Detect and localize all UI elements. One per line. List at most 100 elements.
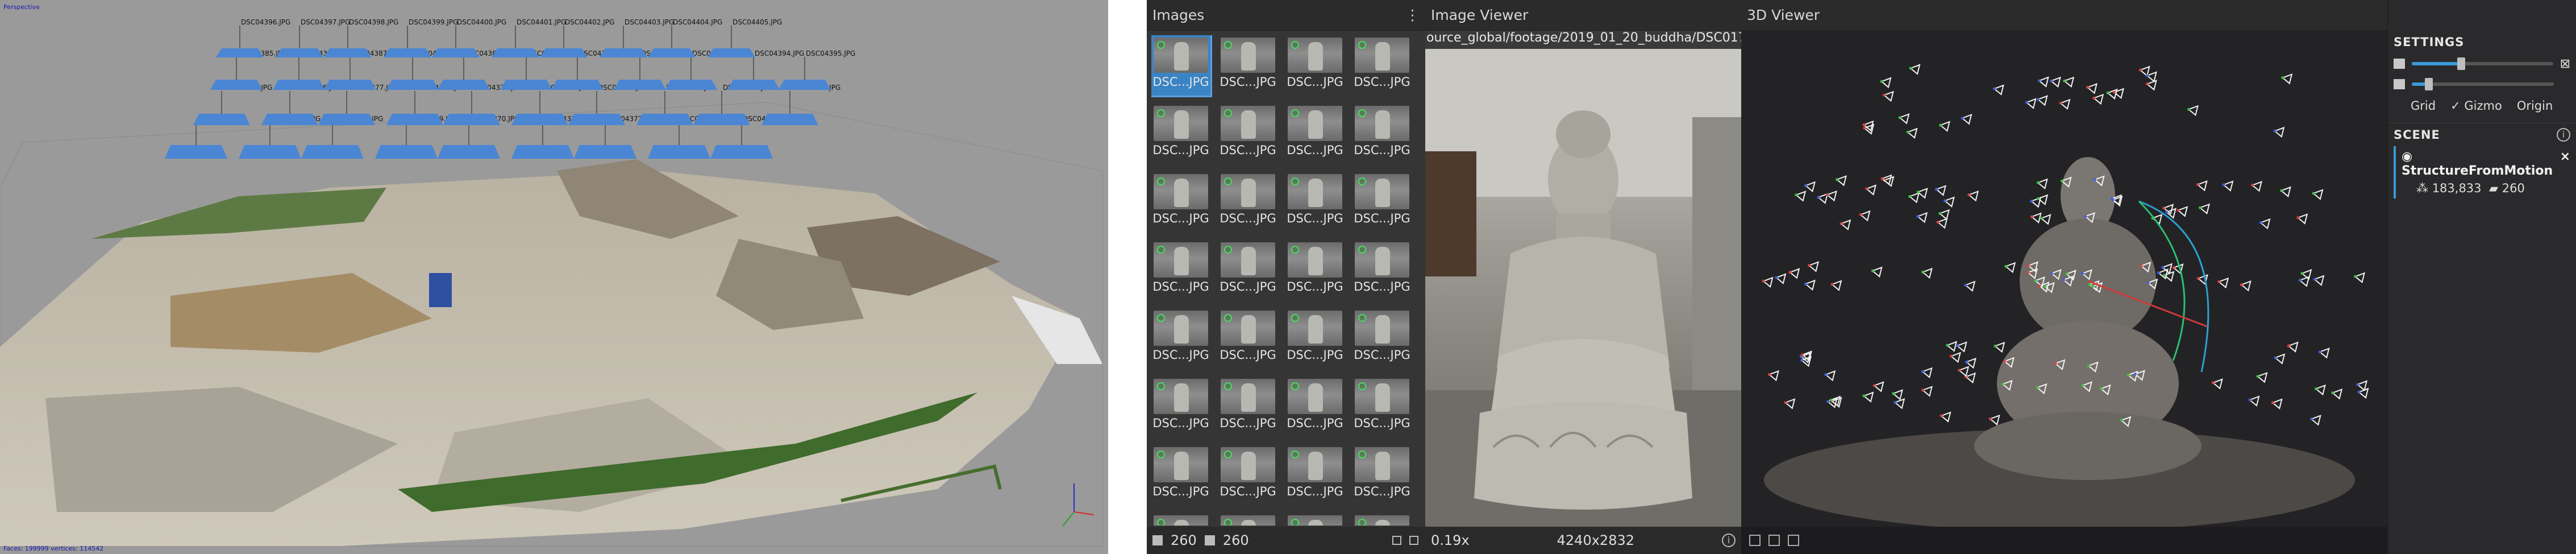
grid-toggle[interactable]: Grid (2411, 99, 2436, 113)
scene-info-icon[interactable]: i (2557, 128, 2570, 142)
image-thumbnail[interactable]: DSC...JPG (1151, 104, 1210, 164)
image-thumbnail[interactable]: DSC...JPG (1352, 172, 1412, 232)
camera-axis-dot (1836, 178, 1839, 181)
camera-marker (1871, 266, 1883, 278)
camera-marker (2251, 181, 2262, 192)
camera-plane (551, 80, 604, 90)
image-thumbnail[interactable]: DSC...JPG (1285, 104, 1345, 164)
reconstructed-status-icon (1291, 177, 1299, 185)
reconstructed-status-icon (1358, 382, 1366, 390)
camera-axis-dot (1865, 187, 1868, 191)
image-thumbnail[interactable]: DSC...JPG (1218, 240, 1277, 300)
thumbnail-image (1355, 242, 1409, 278)
camera-label: DSC04399.JPG (409, 18, 458, 26)
3d-viewport-canvas[interactable] (1741, 31, 2387, 527)
reconstructed-status-icon (1157, 246, 1165, 254)
camera-marker (2331, 388, 2343, 400)
camera-marker (1940, 411, 1951, 423)
image-count-icon (1152, 535, 1163, 545)
camera-marker (2310, 415, 2321, 426)
image-count: 260 (1171, 532, 1197, 548)
image-thumbnail[interactable]: DSC...JPG (1151, 445, 1210, 505)
thumbnail-image (1288, 311, 1342, 346)
image-thumbnail[interactable]: DSC...JPG (1285, 445, 1345, 505)
thumbnail-image (1154, 242, 1208, 278)
reset-settings-icon[interactable]: ⊠ (2560, 57, 2570, 71)
gizmo-toggle[interactable]: ✓ Gizmo (2450, 99, 2502, 113)
scene-item-title-row: ◉ StructureFromMotion × (2402, 150, 2570, 178)
image-thumbnail[interactable]: DSC...JPG (1285, 35, 1345, 96)
image-thumbnail[interactable]: DSC...JPG (1151, 377, 1210, 437)
shading-wireframe-icon[interactable] (1768, 535, 1780, 546)
images-menu-icon[interactable]: ⋮ (1405, 7, 1420, 23)
grid-size-handle-icon[interactable] (1409, 536, 1418, 545)
image-thumbnail[interactable]: DSC...JPG (1352, 35, 1412, 96)
camera-size-handle[interactable] (2425, 78, 2433, 90)
camera-axis-dot (2126, 373, 2130, 377)
image-thumbnail[interactable]: DSC...JPG (1285, 240, 1345, 300)
thumbnail-image (1221, 106, 1275, 141)
camera-axis-dot (1949, 354, 1953, 358)
camera-axis-dot (1808, 264, 1811, 267)
reconstructed-status-icon (1291, 382, 1299, 390)
camera-marker (1921, 386, 1933, 397)
image-thumbnail[interactable]: DSC...JPG (1352, 104, 1412, 164)
camera-axis-dot (1871, 269, 1874, 272)
origin-toggle[interactable]: Origin (2517, 99, 2553, 113)
visibility-eye-icon[interactable]: ◉ (2402, 150, 2412, 164)
shading-solid-icon[interactable] (1749, 535, 1761, 546)
display-toggles: Grid ✓ Gizmo Origin (2388, 94, 2576, 117)
thumbnail-label: DSC...JPG (1152, 75, 1209, 89)
image-thumbnail[interactable]: DSC...JPG (1218, 377, 1277, 437)
image-thumbnail[interactable]: DSC...JPG (1285, 308, 1345, 369)
camera-plane (301, 145, 364, 159)
camera-axis-dot (1801, 353, 1804, 357)
scene-item-structurefrommotion[interactable]: ◉ StructureFromMotion × ⁂ 183,833 ▰ 260 (2394, 146, 2576, 199)
image-thumbnail[interactable]: DSC...JPG (1218, 104, 1277, 164)
point-size-slider[interactable] (2411, 57, 2553, 70)
image-thumbnail[interactable]: DSC...JPG (1151, 240, 1210, 300)
camera-axis-dot (2099, 387, 2103, 390)
viewport-mode-label[interactable]: Perspective (3, 3, 40, 11)
camera-axis-dot (1824, 373, 1828, 377)
image-thumbnail[interactable]: DSC...JPG (1352, 445, 1412, 505)
shading-textured-icon[interactable] (1788, 535, 1799, 546)
camera-axis-dot (2177, 209, 2180, 212)
cameras-icon: ▰ (2488, 181, 2499, 195)
image-thumbnail[interactable]: DSC...JPG (1218, 445, 1277, 505)
camera-axis-dot (1916, 214, 1920, 218)
remove-item-icon[interactable]: × (2560, 150, 2570, 178)
image-thumbnail[interactable]: DSC...JPG (1218, 35, 1277, 96)
image-thumbnail[interactable]: DSC...JPG (1218, 308, 1277, 369)
camera-size-slider[interactable] (2412, 78, 2554, 90)
image-thumbnail[interactable]: DSC...JPG (1151, 172, 1210, 232)
image-thumbnail[interactable]: DSC...JPG (1218, 172, 1277, 232)
image-info-icon[interactable]: i (1722, 534, 1736, 547)
image-thumbnail[interactable]: DSC...JPG (1151, 35, 1212, 97)
image-thumbnail[interactable]: DSC...JPG (1352, 240, 1412, 300)
image-thumbnail[interactable]: DSC...JPG (1285, 172, 1345, 232)
reconstructed-status-icon (1358, 109, 1366, 117)
buddha-photo[interactable] (1425, 49, 1741, 527)
camera-marker (2030, 212, 2042, 224)
camera-count: 260 (1222, 532, 1249, 548)
camera-axis-dot (1934, 188, 1938, 191)
intrinsics-toggle-icon[interactable] (1392, 536, 1401, 545)
image-thumbnail[interactable]: DSC...JPG (1352, 513, 1412, 526)
camera-plane (636, 114, 693, 125)
image-thumbnail[interactable]: DSC...JPG (1352, 377, 1412, 437)
image-thumbnail[interactable]: DSC...JPG (1151, 308, 1210, 369)
camera-plane (432, 48, 480, 57)
image-thumbnail[interactable]: DSC...JPG (1352, 308, 1412, 369)
point-size-handle[interactable] (2457, 57, 2466, 70)
camera-marker (2092, 93, 2104, 105)
aerial-reconstruction-viewport[interactable]: DSC04366.JPGDSC04367.JPGDSC04368.JPGDSC0… (0, 0, 1108, 554)
3d-viewer-title: 3D Viewer (1747, 7, 1820, 23)
image-thumbnail[interactable]: DSC...JPG (1285, 513, 1345, 526)
image-thumbnail[interactable]: DSC...JPG (1218, 513, 1277, 526)
image-thumbnail[interactable]: DSC...JPG (1285, 377, 1345, 437)
image-thumbnail[interactable]: DSC...JPG (1151, 513, 1210, 526)
image-thumbnail-grid[interactable]: DSC...JPG DSC...JPG DSC...JPG DSC...JPG DSC.… (1151, 35, 1418, 526)
camera-axis-dot (2043, 285, 2046, 288)
reconstructed-status-icon (1157, 314, 1165, 322)
